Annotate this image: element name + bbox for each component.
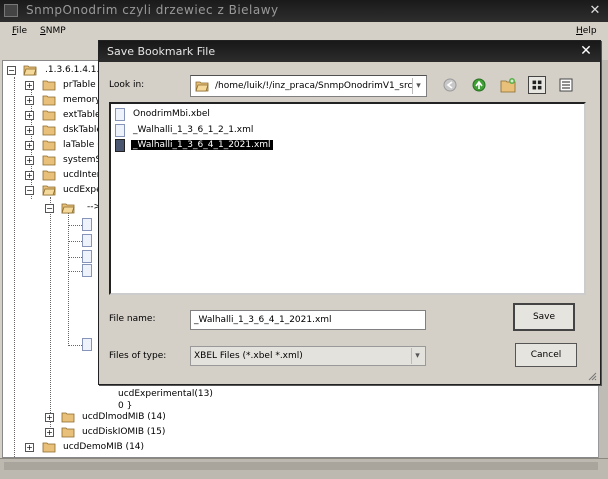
save-bookmark-dialog: Save Bookmark File ✕ Look in: /home/luik…: [98, 40, 601, 385]
folder-open-icon: [61, 203, 75, 214]
expand-icon[interactable]: +: [25, 81, 34, 90]
file-name: OnodrimMbi.xbel: [133, 109, 210, 119]
file-name-input[interactable]: _Walhalli_1_3_6_4_1_2021.xml: [190, 310, 426, 330]
expand-icon[interactable]: +: [25, 156, 34, 165]
file-type-combo[interactable]: XBEL Files (*.xbel *.xml) ▾: [190, 346, 426, 366]
folder-icon: [61, 427, 75, 438]
tree-label: systemS: [63, 155, 102, 165]
menu-help[interactable]: Help: [576, 26, 597, 36]
tree-line: [68, 241, 82, 242]
tree-line: [68, 257, 82, 258]
collapse-icon[interactable]: −: [7, 66, 16, 75]
expand-icon[interactable]: +: [25, 126, 34, 135]
dialog-close-icon[interactable]: ✕: [579, 44, 593, 58]
file-list[interactable]: OnodrimMbi.xbel _Walhalli_1_3_6_1_2_1.xm…: [109, 102, 586, 295]
folder-icon: [61, 412, 75, 423]
document-icon: [82, 218, 92, 231]
resize-grip-icon[interactable]: [587, 371, 597, 381]
document-icon: [82, 234, 92, 247]
tree-line: [68, 271, 82, 272]
app-close-icon[interactable]: ✕: [588, 4, 602, 18]
file-name: _Walhalli_1_3_6_1_2_1.xml: [133, 125, 254, 135]
folder-open-icon: [23, 65, 37, 76]
new-folder-icon[interactable]: [499, 76, 517, 94]
document-icon: [82, 250, 92, 263]
tree-line: [68, 211, 69, 346]
tree-label: ucdDlmodMIB (14): [82, 412, 166, 422]
tree-label: ucdInter: [63, 170, 101, 180]
folder-icon: [42, 155, 56, 166]
expand-icon[interactable]: +: [25, 443, 34, 452]
collapse-icon[interactable]: −: [25, 186, 34, 195]
tree-label: extTable: [63, 110, 101, 120]
menubar: File SNMP Help: [0, 22, 608, 40]
app-title: SnmpOnodrim czyli drzewiec z Bielawy: [26, 3, 279, 17]
cancel-button[interactable]: Cancel: [515, 343, 577, 367]
tree-line: [68, 225, 82, 226]
tree-line: [50, 197, 51, 437]
tree-label: .1.3.6.1.4.1.: [45, 65, 100, 75]
collapse-icon[interactable]: −: [45, 204, 54, 213]
detail-view-icon[interactable]: [557, 76, 575, 94]
menu-snmp[interactable]: SNMP: [40, 26, 66, 36]
tree-label: dskTable: [63, 125, 102, 135]
folder-icon: [42, 95, 56, 106]
folder-icon: [42, 170, 56, 181]
expand-icon[interactable]: +: [25, 111, 34, 120]
expand-icon[interactable]: +: [25, 96, 34, 105]
look-in-label: Look in:: [109, 80, 145, 90]
file-type-label: Files of type:: [109, 351, 167, 361]
document-icon: [115, 124, 125, 137]
look-in-combo[interactable]: /home/luik/!/inz_praca/SnmpOnodrimV1_src…: [190, 75, 427, 97]
expand-icon[interactable]: +: [45, 428, 54, 437]
horizontal-scrollbar[interactable]: [4, 462, 598, 470]
back-icon[interactable]: [441, 76, 459, 94]
document-icon: [82, 338, 92, 351]
parent-directory-icon[interactable]: [470, 76, 488, 94]
menu-file[interactable]: File: [12, 26, 27, 36]
app-titlebar[interactable]: SnmpOnodrim czyli drzewiec z Bielawy ✕: [0, 0, 608, 22]
expand-icon[interactable]: +: [45, 413, 54, 422]
chevron-down-icon[interactable]: ▾: [411, 348, 423, 364]
tree-label: ucdExpe: [63, 185, 102, 195]
folder-icon: [42, 125, 56, 136]
dialog-titlebar[interactable]: Save Bookmark File ✕: [99, 41, 600, 62]
folder-open-icon: [42, 185, 56, 196]
folder-icon: [42, 442, 56, 453]
chevron-down-icon[interactable]: ▾: [412, 78, 424, 94]
file-name-label: File name:: [109, 314, 156, 324]
document-icon: [82, 264, 92, 277]
list-view-icon[interactable]: [528, 76, 546, 94]
save-button[interactable]: Save: [513, 303, 575, 331]
tree-label: ucdDiskIOMIB (15): [82, 427, 166, 437]
tree-line: [68, 345, 82, 346]
folder-icon: [42, 140, 56, 151]
app-icon: [4, 4, 18, 17]
expand-icon[interactable]: +: [25, 171, 34, 180]
tree-label: memory: [63, 95, 101, 105]
dialog-title: Save Bookmark File: [107, 45, 216, 58]
folder-open-icon: [195, 81, 209, 92]
folder-icon: [42, 110, 56, 121]
document-icon: [115, 139, 125, 152]
document-icon: [115, 108, 125, 121]
tree-label: prTable: [63, 80, 96, 90]
look-in-value: /home/luik/!/inz_praca/SnmpOnodrimV1_src: [215, 81, 413, 91]
tree-line: [14, 77, 15, 457]
tree-label: laTable (: [63, 140, 101, 150]
tree-label: ucdDemoMIB (14): [63, 442, 145, 452]
file-name: _Walhalli_1_3_6_4_1_2021.xml: [131, 140, 273, 150]
file-type-value: XBEL Files (*.xbel *.xml): [194, 351, 303, 361]
folder-icon: [42, 80, 56, 91]
expand-icon[interactable]: +: [25, 141, 34, 150]
